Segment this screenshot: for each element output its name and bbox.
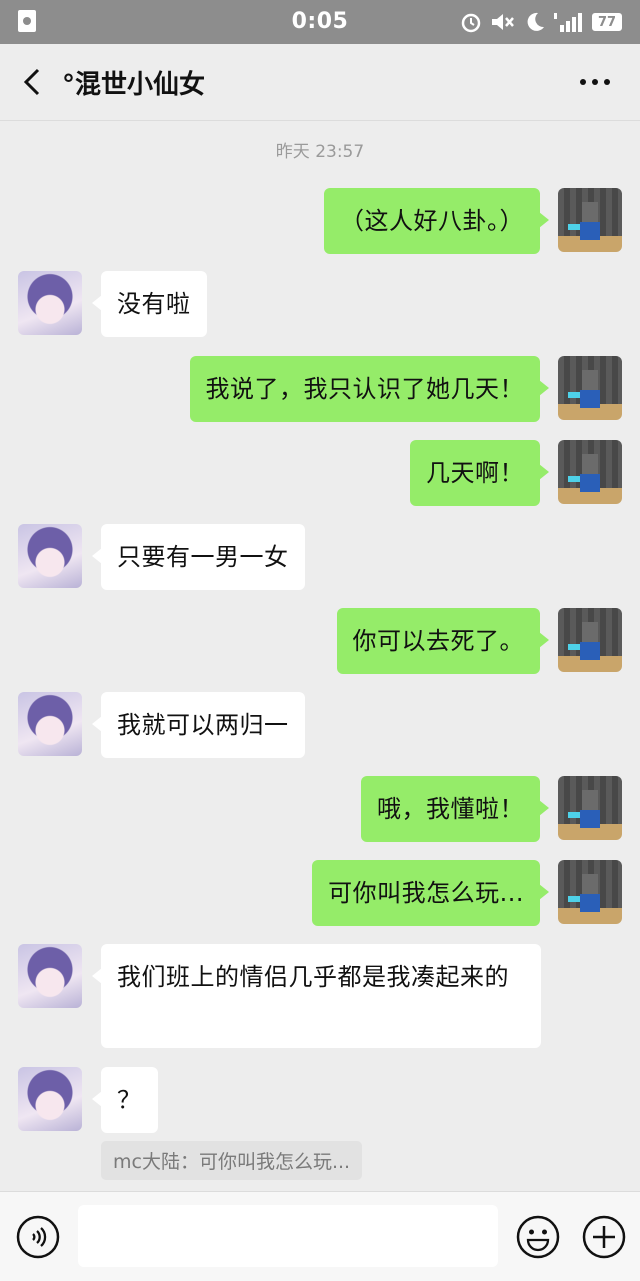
emoji-icon: [516, 1215, 560, 1259]
message-bubble[interactable]: 几天啊！: [410, 440, 549, 506]
emoji-button[interactable]: [516, 1215, 560, 1259]
avatar[interactable]: [558, 440, 622, 504]
back-button[interactable]: [14, 62, 54, 102]
message-row: 我说了，我只认识了她几天！: [0, 356, 640, 424]
message-list[interactable]: 昨天 23:57 （这人好八卦。） 没有啦 我说了，我只认识了她几天！ 几天啊！…: [0, 121, 640, 1191]
voice-button[interactable]: [16, 1215, 60, 1259]
avatar[interactable]: [18, 692, 82, 756]
alarm-icon: [460, 11, 482, 33]
message-row: 只要有一男一女: [0, 524, 640, 592]
message-bubble[interactable]: 哦，我懂啦！: [361, 776, 549, 842]
message-bubble[interactable]: 只要有一男一女: [92, 524, 305, 590]
avatar[interactable]: [18, 1067, 82, 1131]
title-bar: °混世小仙女: [0, 44, 640, 121]
message-row: （这人好八卦。）: [0, 188, 640, 256]
chat-title: °混世小仙女: [62, 70, 206, 100]
message-row: 可你叫我怎么玩...: [0, 860, 640, 928]
avatar[interactable]: [558, 188, 622, 252]
status-icons: 77: [460, 8, 622, 36]
message-bubble[interactable]: 没有啦: [92, 271, 207, 337]
message-bubble[interactable]: （这人好八卦。）: [324, 188, 549, 254]
message-bubble[interactable]: 我说了，我只认识了她几天！: [189, 356, 549, 422]
status-bar: 0:05 77: [0, 0, 640, 44]
message-row: 你可以去死了。: [0, 608, 640, 676]
timestamp: 昨天 23:57: [275, 142, 365, 162]
chevron-left-icon: [23, 68, 40, 96]
message-row: 几天啊！: [0, 440, 640, 508]
avatar[interactable]: [18, 524, 82, 588]
more-button[interactable]: [572, 64, 618, 100]
message-row: ？: [0, 1067, 640, 1135]
avatar[interactable]: [558, 776, 622, 840]
message-row: 我就可以两归一: [0, 692, 640, 760]
input-bar: [0, 1191, 640, 1281]
message-bubble[interactable]: 可你叫我怎么玩...: [312, 860, 549, 926]
message-row: 没有啦: [0, 271, 640, 339]
message-row: 哦，我懂啦！: [0, 776, 640, 844]
plus-button[interactable]: [582, 1215, 626, 1259]
message-bubble[interactable]: ？: [92, 1067, 158, 1133]
message-row: 我们班上的情侣几乎都是我凑起来的: [0, 944, 640, 1050]
plus-icon: [582, 1215, 626, 1259]
message-input[interactable]: [78, 1205, 498, 1267]
mute-icon: [490, 11, 516, 33]
battery-icon: 77: [592, 13, 622, 31]
voice-icon: [16, 1215, 60, 1259]
avatar[interactable]: [558, 860, 622, 924]
message-bubble[interactable]: 我就可以两归一: [92, 692, 305, 758]
quoted-message[interactable]: mc大陆：可你叫我怎么玩...: [101, 1141, 363, 1180]
message-bubble[interactable]: 我们班上的情侣几乎都是我凑起来的: [92, 944, 541, 1048]
avatar[interactable]: [558, 608, 622, 672]
more-dots-icon: [580, 79, 610, 85]
avatar[interactable]: [18, 271, 82, 335]
avatar[interactable]: [558, 356, 622, 420]
signal-icon: [554, 11, 584, 33]
moon-icon: [524, 11, 546, 33]
avatar[interactable]: [18, 944, 82, 1008]
message-bubble[interactable]: 你可以去死了。: [336, 608, 549, 674]
